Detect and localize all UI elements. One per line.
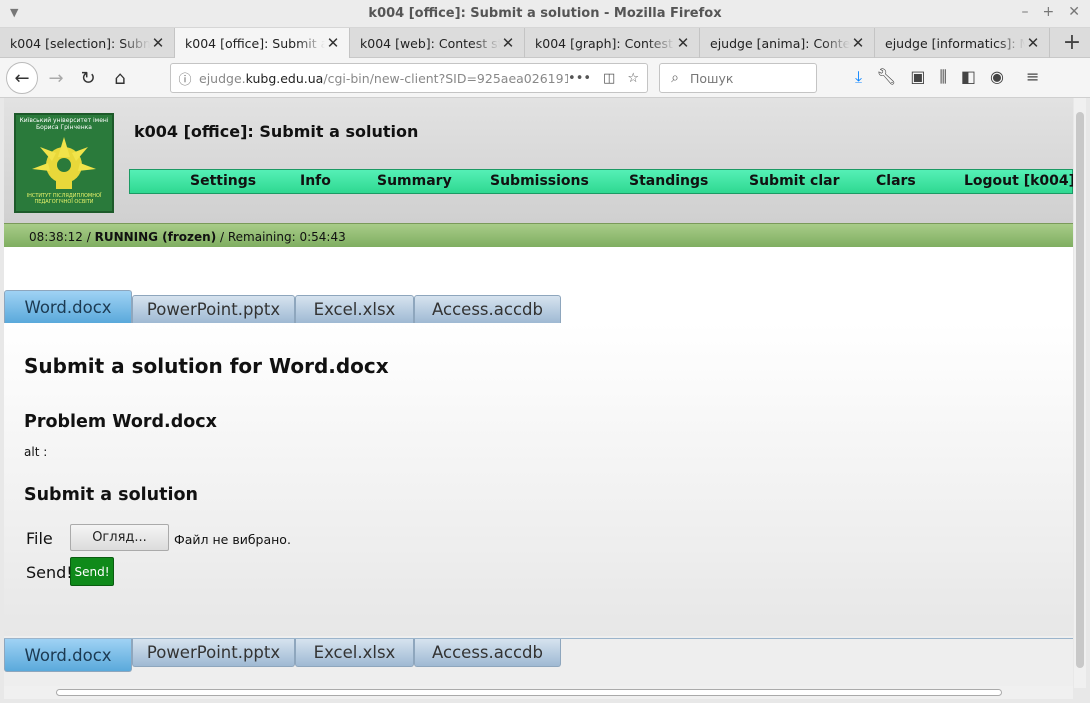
home-icon[interactable]: ⌂: [104, 62, 136, 94]
screenshot-icon[interactable]: ▣: [910, 67, 925, 87]
submit-content: Submit a solution for Word.docx Problem …: [4, 323, 1073, 636]
problem-heading: Problem Word.docx: [24, 412, 217, 432]
back-icon[interactable]: ←: [6, 62, 38, 94]
new-tab-icon[interactable]: +: [1054, 28, 1090, 57]
maximize-icon[interactable]: +: [1043, 4, 1055, 20]
tab-close-icon[interactable]: ✕: [1025, 34, 1041, 52]
sidebar-icon[interactable]: ◧: [961, 67, 976, 87]
site-info-icon[interactable]: ⓘ: [171, 69, 199, 88]
window-controls: – + ✕: [1022, 4, 1080, 20]
window-title: k004 [office]: Submit a solution - Mozil…: [368, 6, 722, 21]
url-text[interactable]: ejudge.kubg.edu.ua/cgi-bin/new-client?SI…: [199, 71, 568, 86]
menu-clars[interactable]: Clars: [876, 173, 916, 189]
university-logo: Київський університет імені Бориса Грінч…: [14, 113, 114, 213]
url-bar[interactable]: ⓘ ejudge.kubg.edu.ua/cgi-bin/new-client?…: [170, 63, 648, 93]
tab-selection[interactable]: k004 [selection]: Submit a ✕: [0, 28, 175, 58]
problem-tab-excel[interactable]: Excel.xlsx: [295, 639, 414, 667]
browse-button[interactable]: Огляд...: [70, 524, 169, 551]
menu-submissions[interactable]: Submissions: [490, 173, 589, 189]
minimize-icon[interactable]: –: [1022, 4, 1029, 20]
search-icon: ⌕: [671, 70, 679, 86]
problem-tab-powerpoint[interactable]: PowerPoint.pptx: [132, 295, 295, 323]
tab-label: k004 [office]: Submit a so: [185, 35, 325, 51]
problem-tabs-bottom: Word.docx PowerPoint.pptx Excel.xlsx Acc…: [4, 638, 1073, 672]
search-input[interactable]: ⌕ Пошук: [659, 63, 817, 93]
status-state: RUNNING (frozen): [94, 230, 217, 244]
hamburger-menu-icon[interactable]: ≡: [1026, 67, 1039, 87]
problem-tabs-top: Word.docx PowerPoint.pptx Excel.xlsx Acc…: [4, 290, 1073, 324]
window-titlebar: ▼ k004 [office]: Submit a solution - Moz…: [0, 0, 1090, 28]
toolbar-icons: ⤓ 🔧︎ ▣ ⫼ ◧ ◉ ≡: [855, 67, 1039, 87]
alt-label: alt :: [24, 445, 48, 459]
page-viewport: Київський університет імені Бориса Грінч…: [4, 98, 1073, 688]
problem-tab-word[interactable]: Word.docx: [4, 639, 132, 672]
status-time: 08:38:12 /: [29, 230, 95, 244]
submit-solution-heading: Submit a solution: [24, 485, 198, 505]
library-icon[interactable]: ⫼: [940, 67, 947, 87]
tab-label: k004 [graph]: Contest statu: [535, 35, 675, 51]
tab-close-icon[interactable]: ✕: [850, 34, 866, 52]
logo-bottom-text: ІНСТИТУТ ПІСЛЯДИПЛОМНОЇ ПЕДАГОГІЧНОЇ ОСВ…: [26, 193, 102, 205]
menu-standings[interactable]: Standings: [629, 173, 708, 189]
reload-icon[interactable]: ↻: [72, 62, 104, 94]
vertical-scrollbar[interactable]: [1074, 98, 1086, 688]
tab-graph[interactable]: k004 [graph]: Contest statu ✕: [525, 28, 700, 58]
horizontal-scroll-thumb[interactable]: [56, 689, 1002, 696]
menu-info[interactable]: Info: [300, 173, 331, 189]
page-title: k004 [office]: Submit a solution: [134, 122, 419, 141]
horizontal-scrollbar[interactable]: [4, 686, 1073, 699]
search-placeholder: Пошук: [690, 70, 734, 86]
page-header: Київський університет імені Бориса Грінч…: [4, 98, 1073, 223]
account-icon[interactable]: ◉: [990, 67, 1004, 87]
no-file-text: Файл не вибрано.: [174, 532, 291, 547]
tab-web[interactable]: k004 [web]: Contest status ✕: [350, 28, 525, 58]
tab-label: ejudge [informatics]: Me: [885, 35, 1025, 51]
menu-logout[interactable]: Logout [k004]: [964, 173, 1073, 189]
menu-settings[interactable]: Settings: [190, 173, 256, 189]
menu-submit-clar[interactable]: Submit clar: [749, 173, 839, 189]
tab-informatics[interactable]: ejudge [informatics]: Me ✕: [875, 28, 1050, 58]
wrench-icon[interactable]: 🔧︎: [876, 67, 896, 87]
send-label: Send!: [26, 563, 73, 582]
tab-close-icon[interactable]: ✕: [150, 34, 166, 52]
tab-strip: k004 [selection]: Submit a ✕ k004 [offic…: [0, 28, 1090, 58]
tab-close-icon[interactable]: ✕: [325, 34, 341, 52]
file-label: File: [26, 529, 53, 548]
tab-label: k004 [web]: Contest status: [360, 35, 500, 51]
nav-toolbar: ← → ↻ ⌂ ⓘ ejudge.kubg.edu.ua/cgi-bin/new…: [0, 58, 1090, 98]
tab-office[interactable]: k004 [office]: Submit a so ✕: [175, 28, 350, 58]
contest-status: 08:38:12 / RUNNING (frozen) / Remaining:…: [4, 223, 1073, 247]
pocket-icon[interactable]: ◫: [603, 71, 615, 86]
vertical-scroll-thumb[interactable]: [1076, 112, 1084, 668]
close-window-icon[interactable]: ✕: [1068, 4, 1080, 20]
send-button[interactable]: Send!: [70, 557, 114, 586]
page-actions-icon[interactable]: •••: [568, 71, 591, 86]
tab-close-icon[interactable]: ✕: [500, 34, 516, 52]
tab-label: ejudge [anima]: Contest st: [710, 35, 850, 51]
problem-tab-access[interactable]: Access.accdb: [414, 639, 561, 667]
problem-tab-word[interactable]: Word.docx: [4, 290, 132, 323]
menu-summary[interactable]: Summary: [377, 173, 452, 189]
problem-tab-excel[interactable]: Excel.xlsx: [295, 295, 414, 323]
problem-tab-powerpoint[interactable]: PowerPoint.pptx: [132, 639, 295, 667]
main-menu: Settings Info Summary Submissions Standi…: [129, 169, 1073, 194]
tab-close-icon[interactable]: ✕: [675, 34, 691, 52]
forward-icon[interactable]: →: [40, 62, 72, 94]
submit-heading: Submit a solution for Word.docx: [24, 354, 389, 378]
download-icon[interactable]: ⤓: [855, 67, 862, 87]
window-menu-icon[interactable]: ▼: [10, 6, 18, 19]
tab-label: k004 [selection]: Submit a: [10, 35, 150, 51]
status-remaining: / Remaining: 0:54:43: [216, 230, 346, 244]
bookmark-star-icon[interactable]: ☆: [627, 71, 639, 86]
tab-anima[interactable]: ejudge [anima]: Contest st ✕: [700, 28, 875, 58]
problem-tab-access[interactable]: Access.accdb: [414, 295, 561, 323]
